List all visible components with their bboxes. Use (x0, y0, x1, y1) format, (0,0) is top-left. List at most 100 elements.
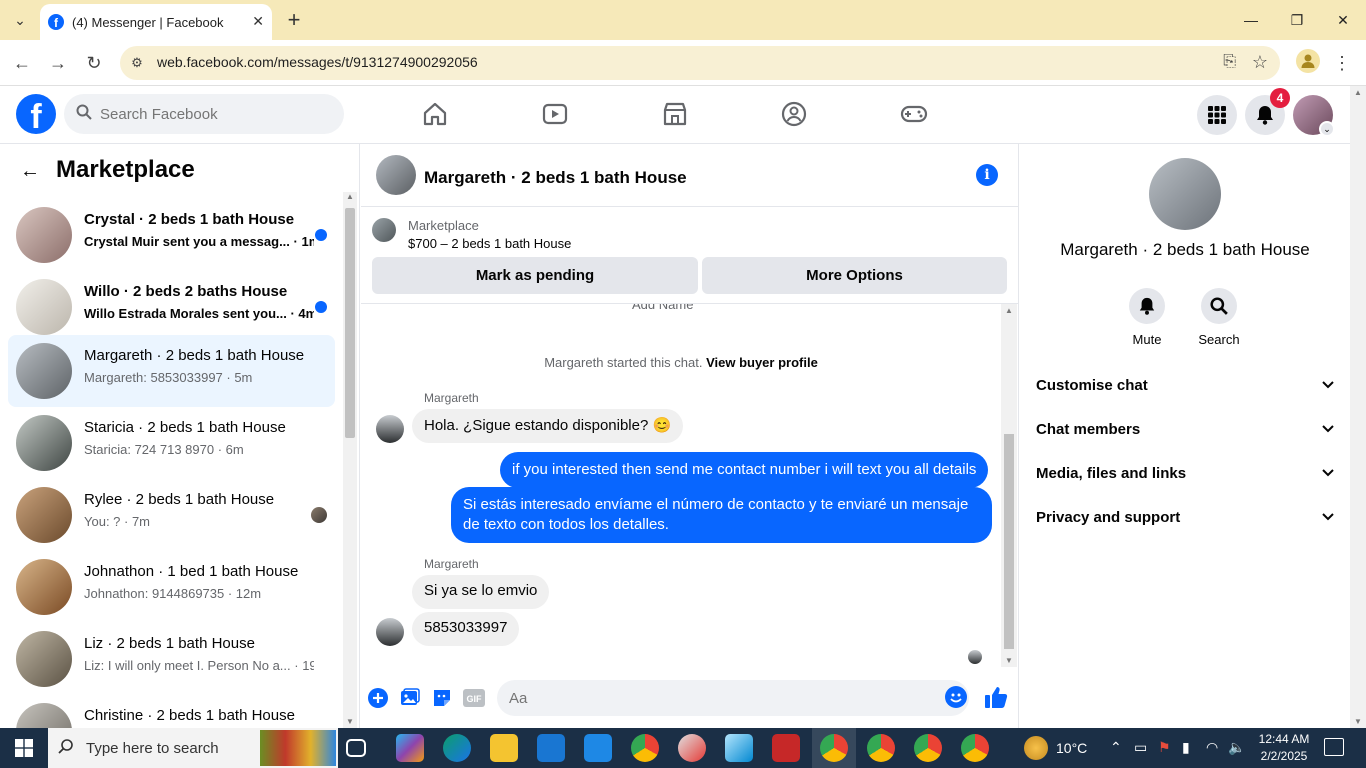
scrollbar-thumb[interactable] (1004, 434, 1014, 649)
scrollbar-thumb[interactable] (345, 208, 355, 438)
bell-icon[interactable] (1129, 288, 1165, 324)
conversation-item[interactable]: Staricia · 2 beds 1 bath House Staricia:… (8, 407, 335, 479)
conversation-item[interactable]: Crystal · 2 beds 1 bath House Crystal Mu… (8, 199, 335, 271)
search-icon[interactable] (1201, 288, 1237, 324)
sender-avatar[interactable] (376, 618, 404, 646)
temperature[interactable]: 10°C (1056, 740, 1087, 756)
file-explorer-icon[interactable] (490, 734, 518, 762)
photo-icon[interactable] (398, 686, 422, 710)
meet-now-icon[interactable]: ▭ (1134, 739, 1147, 756)
chat-title[interactable]: Margareth · 2 beds 1 bath House (424, 168, 687, 188)
listing-thumbnail[interactable] (372, 218, 396, 242)
menu-grid-button[interactable] (1197, 95, 1237, 135)
chat-scrollbar[interactable]: ▲ ▼ (1001, 304, 1017, 667)
restore-button[interactable]: ❐ (1274, 0, 1320, 40)
minimize-button[interactable]: — (1228, 0, 1274, 40)
thumbs-up-icon[interactable] (983, 684, 1011, 712)
battery-icon[interactable]: ▮ (1182, 739, 1190, 756)
antivirus-icon[interactable]: ⚑ (1158, 739, 1171, 756)
scroll-up-icon[interactable]: ▲ (346, 192, 354, 201)
mute-action[interactable]: Mute (1117, 288, 1177, 347)
privacy-support-section[interactable]: Privacy and support (1028, 495, 1342, 539)
volume-icon[interactable]: 🔈 (1228, 739, 1245, 756)
app-icon[interactable] (725, 734, 753, 762)
start-button[interactable] (0, 728, 48, 768)
reload-button[interactable]: ↻ (80, 49, 108, 77)
wifi-icon[interactable]: ◠ (1206, 739, 1218, 756)
outgoing-message[interactable]: if you interested then send me contact n… (500, 452, 989, 488)
account-chevron-icon[interactable]: ⌄ (1319, 121, 1335, 137)
app-icon[interactable] (772, 734, 800, 762)
facebook-search-input[interactable] (100, 105, 330, 123)
page-scrollbar[interactable]: ▲ ▼ (1350, 86, 1366, 728)
bookmark-star-icon[interactable]: ☆ (1252, 52, 1268, 73)
video-icon[interactable] (541, 100, 569, 128)
media-files-links-section[interactable]: Media, files and links (1028, 451, 1342, 495)
tab-search-button[interactable]: ⌄ (8, 8, 32, 32)
chrome-icon[interactable] (820, 734, 848, 762)
taskbar-search[interactable]: Type here to search (48, 728, 338, 768)
tab-close-icon[interactable]: ✕ (252, 13, 264, 30)
search-action[interactable]: Search (1189, 288, 1249, 347)
conversation-item[interactable]: Willo · 2 beds 2 baths House Willo Estra… (8, 271, 335, 343)
chrome-icon[interactable] (631, 734, 659, 762)
profile-icon[interactable] (1296, 49, 1320, 73)
clock[interactable]: 12:44 AM 2/2/2025 (1256, 731, 1312, 765)
scroll-up-icon[interactable]: ▲ (1354, 88, 1362, 97)
conversation-item-active[interactable]: Margareth · 2 beds 1 bath House Margaret… (8, 335, 335, 407)
scroll-down-icon[interactable]: ▼ (346, 717, 354, 726)
sticker-icon[interactable] (430, 686, 454, 710)
info-icon[interactable]: i (976, 164, 998, 186)
task-view-icon[interactable] (346, 739, 366, 757)
facebook-search[interactable] (64, 94, 344, 134)
conversation-item[interactable]: Liz · 2 beds 1 bath House Liz: I will on… (8, 623, 335, 695)
new-tab-button[interactable]: + (282, 8, 306, 32)
url-text[interactable]: web.facebook.com/messages/t/913127490029… (157, 54, 478, 70)
groups-icon[interactable] (780, 100, 808, 128)
weather-icon[interactable] (1024, 736, 1048, 760)
browser-menu-icon[interactable]: ⋮ (1330, 49, 1354, 77)
mark-as-pending-button[interactable]: Mark as pending (372, 257, 698, 294)
mail-icon[interactable] (584, 734, 612, 762)
back-button[interactable]: ← (8, 49, 36, 77)
address-bar[interactable]: ⚙ web.facebook.com/messages/t/9131274900… (120, 46, 1280, 80)
chat-avatar[interactable] (376, 155, 416, 195)
back-arrow-icon[interactable]: ← (20, 160, 40, 183)
chrome-icon[interactable] (867, 734, 895, 762)
edge-icon[interactable] (443, 734, 471, 762)
scroll-up-icon[interactable]: ▲ (1005, 306, 1013, 315)
message-input[interactable] (497, 680, 969, 716)
sender-avatar[interactable] (376, 415, 404, 443)
scroll-down-icon[interactable]: ▼ (1354, 717, 1362, 726)
conversation-item[interactable]: Rylee · 2 beds 1 bath House You: ? · 7m (8, 479, 335, 551)
browser-tab[interactable]: f (4) Messenger | Facebook ✕ (40, 4, 272, 40)
sidebar-scrollbar[interactable]: ▲ ▼ (343, 192, 357, 728)
view-buyer-profile-link[interactable]: View buyer profile (706, 355, 818, 370)
facebook-logo-icon[interactable]: f (16, 94, 56, 134)
emoji-icon[interactable] (945, 686, 967, 708)
home-icon[interactable] (421, 100, 449, 128)
chat-members-section[interactable]: Chat members (1028, 407, 1342, 451)
details-avatar[interactable] (1149, 158, 1221, 230)
plus-icon[interactable] (366, 686, 390, 710)
notification-center-icon[interactable] (1324, 738, 1344, 756)
gif-icon[interactable]: GIF (462, 686, 486, 710)
store-icon[interactable] (537, 734, 565, 762)
close-window-button[interactable]: ✕ (1320, 0, 1366, 40)
chevron-up-icon[interactable]: ⌃ (1110, 739, 1122, 756)
outgoing-message[interactable]: Si estás interesado envíame el número de… (451, 487, 992, 543)
site-info-icon[interactable]: ⚙ (128, 54, 146, 72)
more-options-button[interactable]: More Options (702, 257, 1007, 294)
incoming-message[interactable]: Hola. ¿Sigue estando disponible? 😊 (412, 409, 684, 443)
incoming-message[interactable]: 5853033997 (412, 612, 520, 646)
forward-button[interactable]: → (44, 49, 72, 77)
scroll-down-icon[interactable]: ▼ (1005, 656, 1013, 665)
app-icon[interactable] (678, 734, 706, 762)
copilot-icon[interactable] (396, 734, 424, 762)
conversation-item[interactable]: Johnathon · 1 bed 1 bath House Johnathon… (8, 551, 335, 623)
chrome-icon[interactable] (914, 734, 942, 762)
listing-price[interactable]: $700 – 2 beds 1 bath House (408, 236, 571, 251)
chrome-icon[interactable] (961, 734, 989, 762)
incoming-message[interactable]: Si ya se lo emvio (412, 575, 550, 609)
marketplace-icon[interactable] (661, 100, 689, 128)
